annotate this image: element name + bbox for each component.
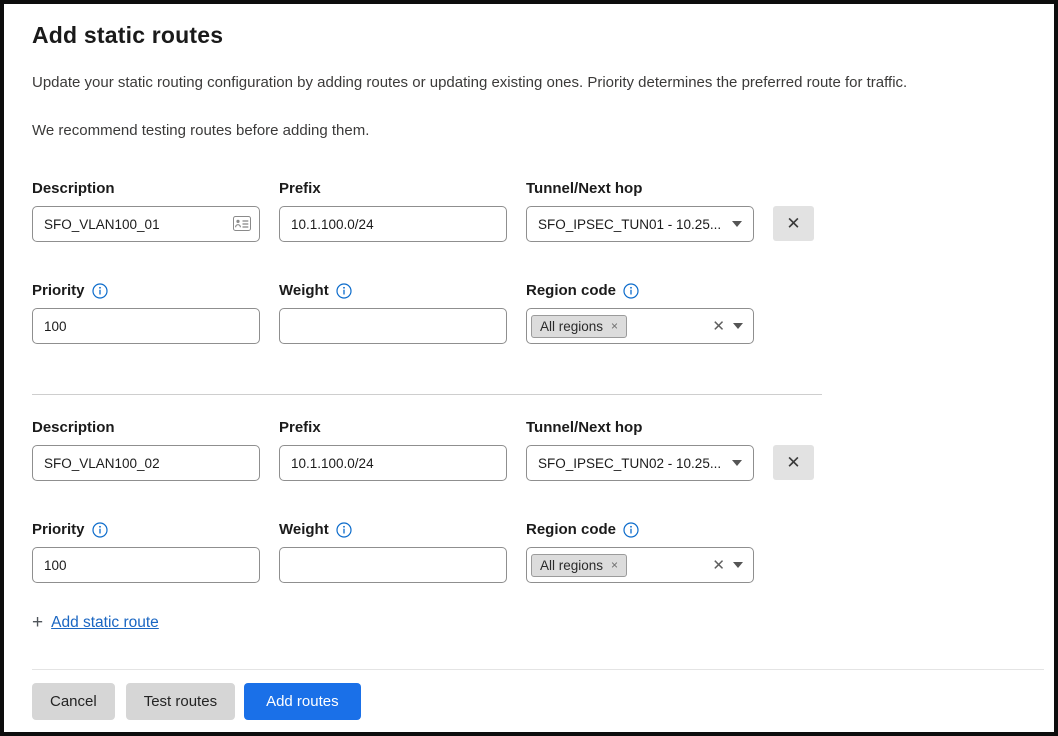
dialog-recommendation: We recommend testing routes before addin… bbox=[32, 122, 1030, 139]
route-2-prefix-field: Prefix bbox=[279, 419, 507, 481]
region-multiselect[interactable]: All regions × ✕ bbox=[526, 547, 754, 583]
add-static-route-link[interactable]: Add static route bbox=[51, 614, 159, 632]
plus-icon: + bbox=[32, 613, 43, 632]
prefix-label: Prefix bbox=[279, 419, 507, 436]
chevron-down-icon bbox=[732, 221, 742, 227]
prefix-input[interactable] bbox=[279, 445, 507, 481]
route-1-region-field: Region code All regions × ✕ bbox=[526, 282, 754, 344]
contact-card-icon[interactable] bbox=[233, 216, 251, 236]
route-1-description-field: Description bbox=[32, 180, 260, 242]
description-label: Description bbox=[32, 419, 260, 436]
prefix-label: Prefix bbox=[279, 180, 507, 197]
route-1-main-row: Description Prefix T bbox=[32, 180, 1030, 242]
route-2-weight-field: Weight bbox=[279, 521, 507, 583]
route-2-description-field: Description bbox=[32, 419, 260, 481]
weight-label: Weight bbox=[279, 282, 329, 299]
chevron-down-icon bbox=[732, 460, 742, 466]
tunnel-selected-value: SFO_IPSEC_TUN02 - 10.25... bbox=[538, 456, 724, 471]
description-label: Description bbox=[32, 180, 260, 197]
chevron-down-icon bbox=[733, 562, 743, 568]
page-title: Add static routes bbox=[32, 22, 1030, 49]
remove-route-button[interactable]: ✕ bbox=[773, 206, 814, 241]
route-2-secondary-row: Priority Weight bbox=[32, 521, 1030, 583]
route-1-tunnel-field: Tunnel/Next hop SFO_IPSEC_TUN01 - 10.25.… bbox=[526, 180, 754, 242]
region-tag-label: All regions bbox=[540, 319, 603, 334]
info-icon[interactable] bbox=[623, 283, 639, 299]
route-2-priority-field: Priority bbox=[32, 521, 260, 583]
clear-selection-icon[interactable]: ✕ bbox=[712, 319, 725, 334]
remove-route-button[interactable]: ✕ bbox=[773, 445, 814, 480]
tunnel-select[interactable]: SFO_IPSEC_TUN02 - 10.25... bbox=[526, 445, 754, 481]
region-code-label: Region code bbox=[526, 282, 616, 299]
route-1-prefix-field: Prefix bbox=[279, 180, 507, 242]
route-1-priority-field: Priority bbox=[32, 282, 260, 344]
cancel-button[interactable]: Cancel bbox=[32, 683, 115, 720]
info-icon[interactable] bbox=[336, 522, 352, 538]
add-static-route-row: + Add static route bbox=[32, 613, 1030, 632]
region-code-label: Region code bbox=[526, 521, 616, 538]
description-input[interactable] bbox=[32, 445, 260, 481]
info-icon[interactable] bbox=[92, 283, 108, 299]
priority-input[interactable] bbox=[32, 308, 260, 344]
route-1-weight-field: Weight bbox=[279, 282, 507, 344]
chevron-down-icon bbox=[733, 323, 743, 329]
info-icon[interactable] bbox=[623, 522, 639, 538]
prefix-input[interactable] bbox=[279, 206, 507, 242]
route-2-tunnel-field: Tunnel/Next hop SFO_IPSEC_TUN02 - 10.25.… bbox=[526, 419, 754, 481]
region-multiselect[interactable]: All regions × ✕ bbox=[526, 308, 754, 344]
priority-input[interactable] bbox=[32, 547, 260, 583]
tag-remove-icon[interactable]: × bbox=[611, 320, 618, 332]
route-2-region-field: Region code All regions × ✕ bbox=[526, 521, 754, 583]
add-static-routes-dialog: Add static routes Update your static rou… bbox=[0, 0, 1058, 736]
tunnel-label: Tunnel/Next hop bbox=[526, 419, 754, 436]
footer-actions: Cancel Test routes Add routes bbox=[32, 683, 1030, 720]
clear-selection-icon[interactable]: ✕ bbox=[712, 558, 725, 573]
tunnel-selected-value: SFO_IPSEC_TUN01 - 10.25... bbox=[538, 217, 724, 232]
route-2-main-row: Description Prefix Tunnel/Next hop SFO_I… bbox=[32, 419, 1030, 481]
tag-remove-icon[interactable]: × bbox=[611, 559, 618, 571]
weight-label: Weight bbox=[279, 521, 329, 538]
add-routes-button[interactable]: Add routes bbox=[244, 683, 361, 720]
footer-divider bbox=[32, 669, 1044, 670]
info-icon[interactable] bbox=[92, 522, 108, 538]
weight-input[interactable] bbox=[279, 308, 507, 344]
route-1-secondary-row: Priority Weight bbox=[32, 282, 1030, 344]
info-icon[interactable] bbox=[336, 283, 352, 299]
route-divider bbox=[32, 394, 822, 395]
tunnel-select[interactable]: SFO_IPSEC_TUN01 - 10.25... bbox=[526, 206, 754, 242]
region-tag-label: All regions bbox=[540, 558, 603, 573]
test-routes-button[interactable]: Test routes bbox=[126, 683, 235, 720]
region-tag: All regions × bbox=[531, 554, 627, 577]
region-tag: All regions × bbox=[531, 315, 627, 338]
dialog-description: Update your static routing configuration… bbox=[32, 74, 1030, 91]
priority-label: Priority bbox=[32, 282, 85, 299]
priority-label: Priority bbox=[32, 521, 85, 538]
tunnel-label: Tunnel/Next hop bbox=[526, 180, 754, 197]
description-input[interactable] bbox=[32, 206, 260, 242]
weight-input[interactable] bbox=[279, 547, 507, 583]
